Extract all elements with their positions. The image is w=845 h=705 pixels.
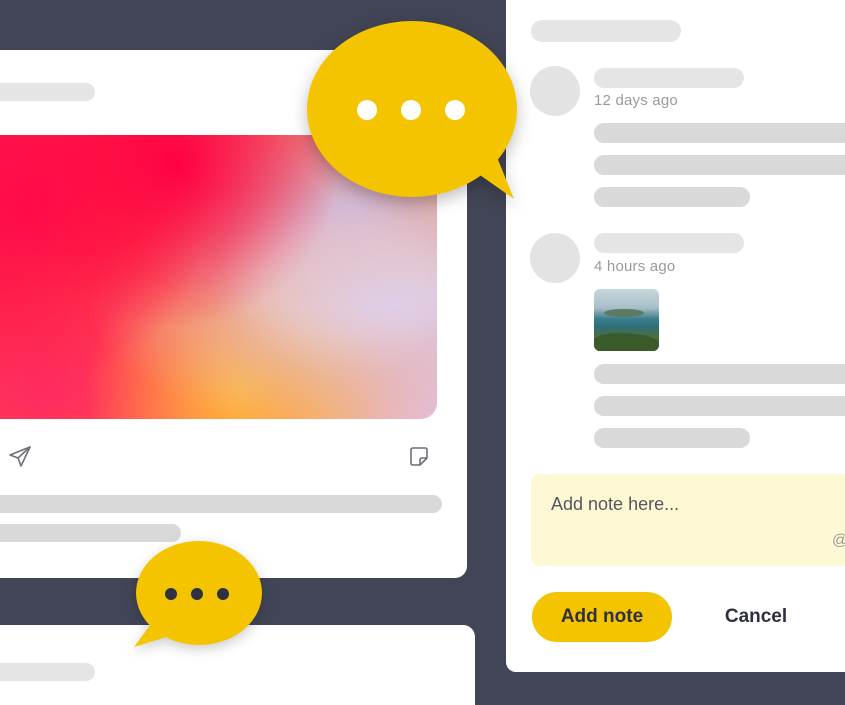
cancel-button[interactable]: Cancel [696,592,816,642]
author-placeholder [594,68,744,88]
comments-panel: 12 days ago 4 hours ago Add note here...… [506,0,845,672]
note-placeholder: Add note here... [551,494,680,514]
comment-line [594,364,845,384]
note-input[interactable]: Add note here... @ [531,474,845,566]
caption-line-1 [0,495,442,513]
send-icon[interactable] [8,445,32,469]
mention-icon[interactable]: @ [832,532,845,550]
panel-title-placeholder [531,20,681,42]
chat-bubble-icon [132,540,267,650]
add-note-button[interactable]: Add note [532,592,672,642]
comment-timestamp: 12 days ago [594,92,678,109]
chat-bubble-icon [300,18,525,208]
comment-line [594,155,845,175]
comment-timestamp: 4 hours ago [594,258,676,275]
author-placeholder [594,233,744,253]
avatar [530,233,580,283]
comment-line [594,187,750,207]
comment-line [594,396,845,416]
comment-line [594,428,750,448]
post-title-placeholder [0,83,95,101]
post-title-placeholder [0,663,95,681]
sticky-note-icon[interactable] [408,446,430,468]
comment-attachment-thumbnail[interactable] [594,289,659,351]
avatar [530,66,580,116]
comment-line [594,123,845,143]
